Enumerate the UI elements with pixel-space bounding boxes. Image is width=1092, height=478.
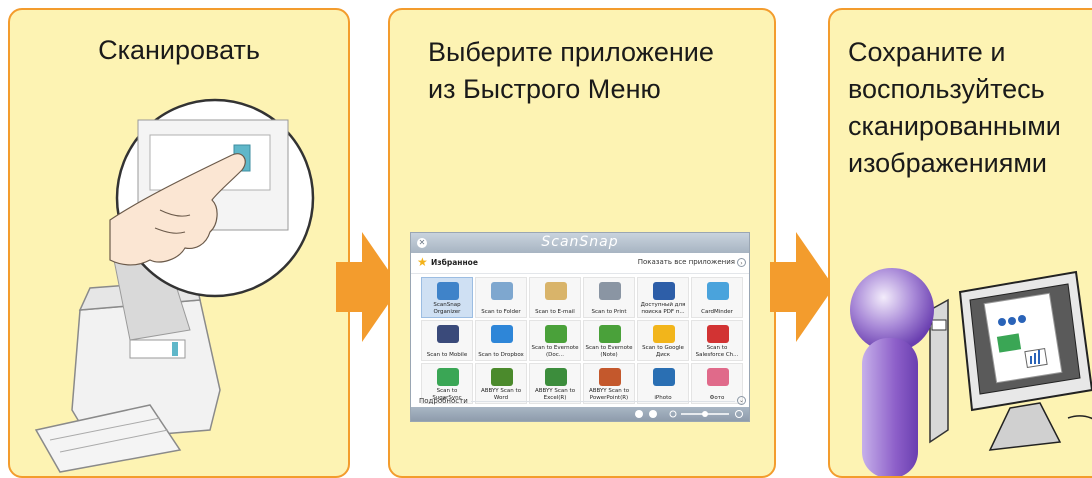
app-tile[interactable]: ScanSnap Organizer	[421, 277, 473, 318]
app-tile[interactable]: Scan to Evernote (Note)	[583, 320, 635, 361]
app-tile[interactable]: Scan to Salesforce Ch...	[691, 320, 743, 361]
salesforce-icon	[707, 325, 729, 343]
printer-icon	[599, 282, 621, 300]
arrow-right-icon	[770, 232, 834, 342]
app-tile-label: ABBYY Scan to Excel(R)	[534, 388, 576, 401]
abbyy-excel-icon	[545, 368, 567, 386]
app-tile-label: ABBYY Scan to PowerPoint(R)	[588, 388, 630, 401]
app-tile[interactable]: ABBYY Scan to Excel(R)	[529, 363, 581, 404]
evernote-icon	[545, 325, 567, 343]
favorites-label: Избранное	[431, 258, 478, 267]
app-grid: ScanSnap Organizer Scan to Folder Scan to …	[421, 277, 745, 404]
app-tile-label: Scan to Evernote (Doc...	[531, 345, 579, 358]
app-tile-label: Доступный для поиска PDF п...	[640, 302, 686, 315]
app-tile[interactable]: iPhoto	[637, 363, 689, 404]
app-tile[interactable]: Scan to E-mail	[529, 277, 581, 318]
folder-icon	[437, 282, 459, 300]
scansnap-logo: ScanSnap	[541, 234, 619, 250]
app-tile[interactable]: Фото	[691, 363, 743, 404]
app-tile-label: CardMinder	[701, 308, 733, 315]
star-icon: ★	[417, 255, 428, 269]
scanner-illustration	[34, 98, 315, 473]
chevron-down-icon[interactable]: ⌄	[737, 396, 746, 405]
favorites-bar: ★ Избранное Показать все приложения ›	[411, 253, 749, 274]
abbyy-word-icon	[491, 368, 513, 386]
app-tile[interactable]: ABBYY Scan to Word	[475, 363, 527, 404]
step-panel-save-use: Сохраните и воспользуйтесь сканированным…	[828, 8, 1092, 478]
app-tile-label: Scan to Folder	[481, 308, 521, 315]
app-tile-label: ABBYY Scan to Word	[480, 388, 522, 401]
title-line: Выберите приложение	[428, 37, 714, 67]
card-icon	[707, 282, 729, 300]
searchable-pdf-icon	[653, 282, 675, 300]
person-computer-illustration	[850, 268, 1092, 476]
abbyy-powerpoint-icon	[599, 368, 621, 386]
scansnap-titlebar: ✕ ScanSnap	[411, 233, 749, 253]
sugarsync-icon	[437, 368, 459, 386]
app-tile-label: Scan to Print	[591, 308, 627, 315]
photos-icon	[707, 368, 729, 386]
gear-icon[interactable]	[649, 410, 657, 418]
app-tile-label: Scan to Dropbox	[478, 351, 524, 358]
title-line: из Быстрого Меню	[428, 74, 661, 104]
app-tile[interactable]: Scan to Evernote (Doc...	[529, 320, 581, 361]
app-tile[interactable]: ABBYY Scan to PowerPoint(R)	[583, 363, 635, 404]
step-panel-scan: Сканировать	[8, 8, 350, 478]
app-tile-label: Scan to Google Диск	[642, 345, 684, 358]
divider	[471, 401, 735, 402]
folder-icon	[491, 282, 513, 300]
app-tile[interactable]: Scan to Dropbox	[475, 320, 527, 361]
show-all-apps-link[interactable]: Показать все приложения	[638, 258, 735, 266]
app-tile-label: Scan to Evernote (Note)	[585, 345, 633, 358]
app-tile[interactable]: Доступный для поиска PDF п...	[637, 277, 689, 318]
chevron-right-icon[interactable]: ›	[737, 258, 746, 267]
zoom-out-icon[interactable]	[669, 410, 677, 418]
app-tile-label: Scan to Salesforce Ch...	[695, 345, 739, 358]
scansnap-quick-menu: ✕ ScanSnap ★ Избранное Показать все прил…	[410, 232, 750, 422]
app-tile[interactable]: Scan to Google Диск	[637, 320, 689, 361]
google-drive-icon	[653, 325, 675, 343]
app-tile[interactable]: CardMinder	[691, 277, 743, 318]
iphoto-icon	[653, 368, 675, 386]
app-tile-label: Scan to Mobile	[426, 351, 468, 358]
app-tile[interactable]: Scan to Mobile	[421, 320, 473, 361]
scansnap-bottombar	[411, 407, 749, 421]
envelope-icon	[545, 282, 567, 300]
app-tile[interactable]: Scan to Folder	[475, 277, 527, 318]
help-icon[interactable]	[635, 410, 643, 418]
mobile-icon	[437, 325, 459, 343]
app-tile-label: Scan to E-mail	[535, 308, 575, 315]
details-label[interactable]: Подробности	[419, 397, 468, 405]
app-tile-label: ScanSnap Organizer	[433, 302, 461, 315]
dropbox-icon	[491, 325, 513, 343]
zoom-slider-handle[interactable]	[702, 411, 708, 417]
evernote-icon	[599, 325, 621, 343]
app-tile[interactable]: Scan to Print	[583, 277, 635, 318]
zoom-in-icon[interactable]	[735, 410, 743, 418]
step-title-select-app: Выберите приложение из Быстрого Меню	[428, 34, 714, 108]
